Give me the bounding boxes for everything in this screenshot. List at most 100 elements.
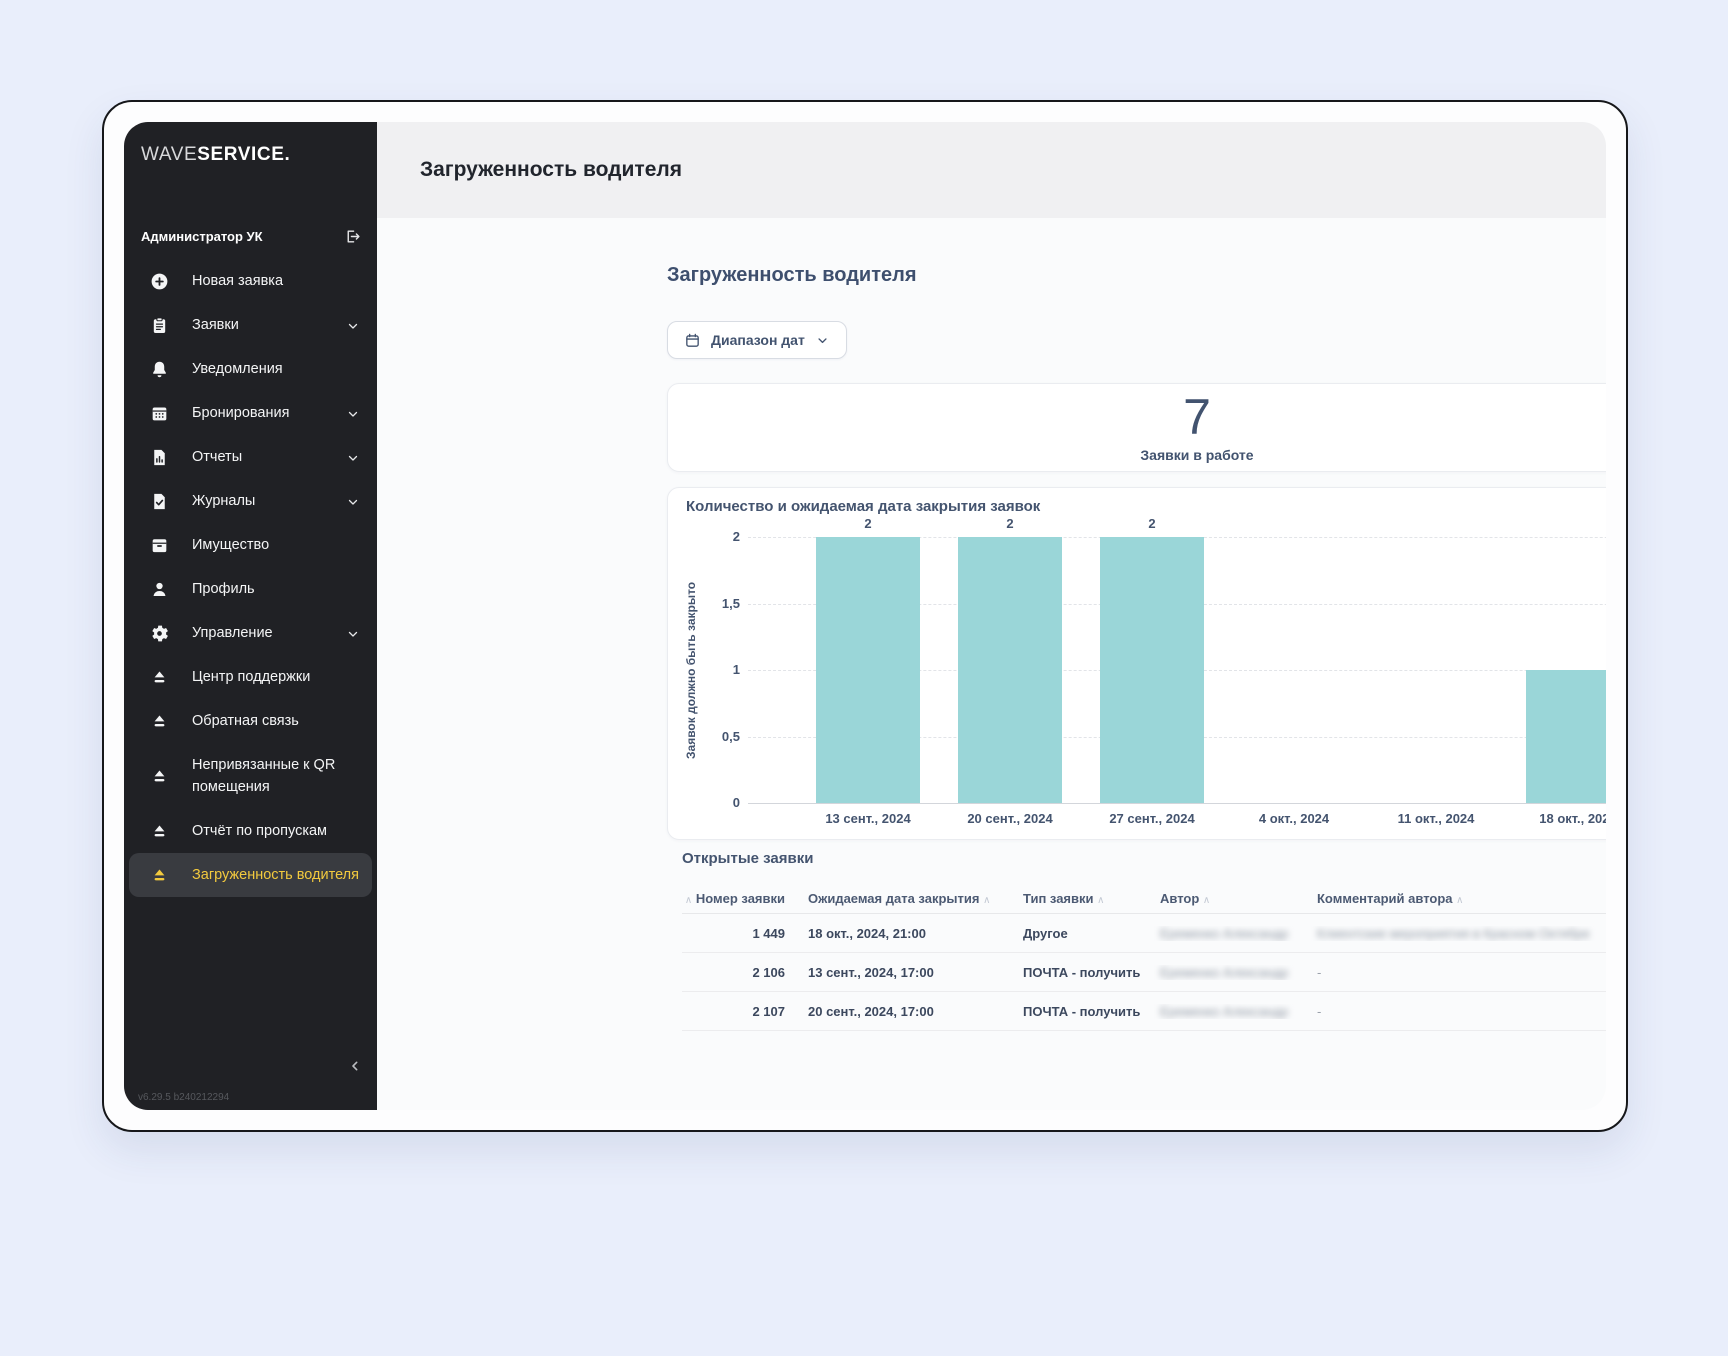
y-tick-label: 2 xyxy=(700,529,740,544)
user-icon xyxy=(149,579,170,600)
sidebar-item-label: Журналы xyxy=(192,490,347,512)
content-area: Загруженность водителя Диапазон дат 7 За… xyxy=(377,218,1606,1110)
stat-card-requests-in-progress: 7 Заявки в работе xyxy=(667,383,1606,472)
stat-label: Заявки в работе xyxy=(1140,447,1253,463)
y-tick-label: 0 xyxy=(700,795,740,810)
chevron-down-icon xyxy=(815,333,830,348)
chart-card: Количество и ожидаемая дата закрытия зая… xyxy=(667,487,1606,840)
expected-close-date: 18 окт., 2024, 21:00 xyxy=(792,926,1007,941)
sort-caret-icon: ∧ xyxy=(1203,895,1210,906)
request-number: 2 107 xyxy=(682,1004,792,1019)
open-requests-section: Открытые заявки ∧ Номер заявкиОжидаемая … xyxy=(667,850,1606,1031)
logout-icon[interactable] xyxy=(344,228,361,245)
bell-icon xyxy=(149,359,170,380)
sidebar-item-label: Загруженность водителя xyxy=(192,864,359,886)
sidebar-item-2[interactable]: Заявки xyxy=(124,303,377,347)
calendar-icon xyxy=(684,332,701,349)
chevron-down-icon xyxy=(347,407,359,419)
request-author: Еременко Александр xyxy=(1144,1004,1301,1019)
sidebar-item-1[interactable]: Новая заявка xyxy=(124,259,377,303)
x-tick-label: 27 сент., 2024 xyxy=(1077,811,1227,826)
sort-caret-icon: ∧ xyxy=(685,895,692,906)
bar-value-label: 2 xyxy=(1100,516,1204,531)
column-header-Автор[interactable]: Автор ∧ xyxy=(1144,891,1301,906)
author-comment: Клиентские мероприятия в Красном Октябре xyxy=(1301,926,1606,941)
x-tick-label: 4 окт., 2024 xyxy=(1219,811,1369,826)
sidebar-item-8[interactable]: Профиль xyxy=(124,567,377,611)
eject-icon xyxy=(149,711,170,732)
sidebar-item-14[interactable]: Загруженность водителя xyxy=(129,853,372,897)
table-row-2[interactable]: 2 10613 сент., 2024, 17:00ПОЧТА - получи… xyxy=(682,953,1606,992)
box-icon xyxy=(149,535,170,556)
sort-caret-icon: ∧ xyxy=(1456,895,1463,906)
sidebar-item-label: Непривязанные к QR помещения xyxy=(192,754,359,799)
request-number: 1 449 xyxy=(682,926,792,941)
sidebar-item-label: Управление xyxy=(192,622,347,644)
column-header-Ожидаемая дата закрытия[interactable]: Ожидаемая дата закрытия ∧ xyxy=(792,891,1007,906)
chevron-down-icon xyxy=(347,495,359,507)
y-tick-label: 0,5 xyxy=(700,729,740,744)
chart-title: Количество и ожидаемая дата закрытия зая… xyxy=(686,498,1040,515)
column-header-Тип заявки[interactable]: Тип заявки ∧ xyxy=(1007,891,1144,906)
sidebar-item-12[interactable]: Непривязанные к QR помещения xyxy=(124,743,377,809)
bar-13 сент., 2024 xyxy=(816,537,920,803)
stat-value: 7 xyxy=(1183,392,1211,442)
sidebar-item-label: Заявки xyxy=(192,314,347,336)
request-number: 2 106 xyxy=(682,965,792,980)
sidebar-item-4[interactable]: Бронирования xyxy=(124,391,377,435)
sidebar-item-label: Новая заявка xyxy=(192,270,359,292)
chevron-down-icon xyxy=(347,451,359,463)
x-tick-label: 13 сент., 2024 xyxy=(793,811,943,826)
date-range-label: Диапазон дат xyxy=(711,332,805,348)
request-type: Другое xyxy=(1007,926,1144,941)
sidebar-item-13[interactable]: Отчёт по пропускам xyxy=(124,809,377,853)
author-comment: - xyxy=(1301,965,1606,980)
app-window: WAVESERVICE. Администратор УК Новая заяв… xyxy=(102,100,1628,1132)
open-requests-table: ∧ Номер заявкиОжидаемая дата закрытия ∧Т… xyxy=(682,884,1606,1031)
bar-value-label: 2 xyxy=(958,516,1062,531)
chevron-down-icon xyxy=(347,319,359,331)
y-tick-label: 1,5 xyxy=(700,596,740,611)
page-header: Загруженность водителя xyxy=(377,122,1606,218)
sidebar-item-11[interactable]: Обратная связь xyxy=(124,699,377,743)
app-logo: WAVESERVICE. xyxy=(124,144,377,166)
journal-icon xyxy=(149,491,170,512)
chart-y-axis-title: Заявок должно быть закрыто xyxy=(682,537,700,803)
date-range-button[interactable]: Диапазон дат xyxy=(667,321,847,359)
logo-service: SERVICE. xyxy=(197,144,290,165)
bar-27 сент., 2024 xyxy=(1100,537,1204,803)
eject-icon xyxy=(149,667,170,688)
expected-close-date: 20 сент., 2024, 17:00 xyxy=(792,1004,1007,1019)
sidebar-item-label: Имущество xyxy=(192,534,359,556)
app-version: v6.29.5 b240212294 xyxy=(138,1092,229,1103)
sidebar-item-6[interactable]: Журналы xyxy=(124,479,377,523)
author-comment: - xyxy=(1301,1004,1606,1019)
column-header-Номер заявки[interactable]: ∧ Номер заявки xyxy=(682,891,792,906)
sidebar-item-label: Профиль xyxy=(192,578,359,600)
x-tick-label: 20 сент., 2024 xyxy=(935,811,1085,826)
main-area: Загруженность водителя Загруженность вод… xyxy=(377,122,1606,1110)
sidebar-item-10[interactable]: Центр поддержки xyxy=(124,655,377,699)
column-header-Комментарий автора[interactable]: Комментарий автора ∧ xyxy=(1301,891,1606,906)
chevron-down-icon xyxy=(347,627,359,639)
clipboard-icon xyxy=(149,315,170,336)
role-label: Администратор УК xyxy=(141,229,263,244)
bar-18 окт., 2024 xyxy=(1526,670,1606,803)
logo-wave: WAVE xyxy=(141,144,197,165)
request-type: ПОЧТА - получить xyxy=(1007,965,1144,980)
bar-20 сент., 2024 xyxy=(958,537,1062,803)
table-row-1[interactable]: 1 44918 окт., 2024, 21:00ДругоеЕременко … xyxy=(682,914,1606,953)
collapse-sidebar-icon[interactable] xyxy=(347,1058,363,1074)
role-row: Администратор УК xyxy=(124,228,377,245)
sidebar-item-5[interactable]: Отчеты xyxy=(124,435,377,479)
gear-icon xyxy=(149,623,170,644)
sidebar-item-7[interactable]: Имущество xyxy=(124,523,377,567)
report-icon xyxy=(149,447,170,468)
request-author: Еременко Александр xyxy=(1144,965,1301,980)
sort-caret-icon: ∧ xyxy=(983,895,990,906)
table-title: Открытые заявки xyxy=(682,850,1606,866)
table-row-3[interactable]: 2 10720 сент., 2024, 17:00ПОЧТА - получи… xyxy=(682,992,1606,1031)
sidebar-item-label: Уведомления xyxy=(192,358,359,380)
sidebar-item-9[interactable]: Управление xyxy=(124,611,377,655)
sidebar-item-3[interactable]: Уведомления xyxy=(124,347,377,391)
